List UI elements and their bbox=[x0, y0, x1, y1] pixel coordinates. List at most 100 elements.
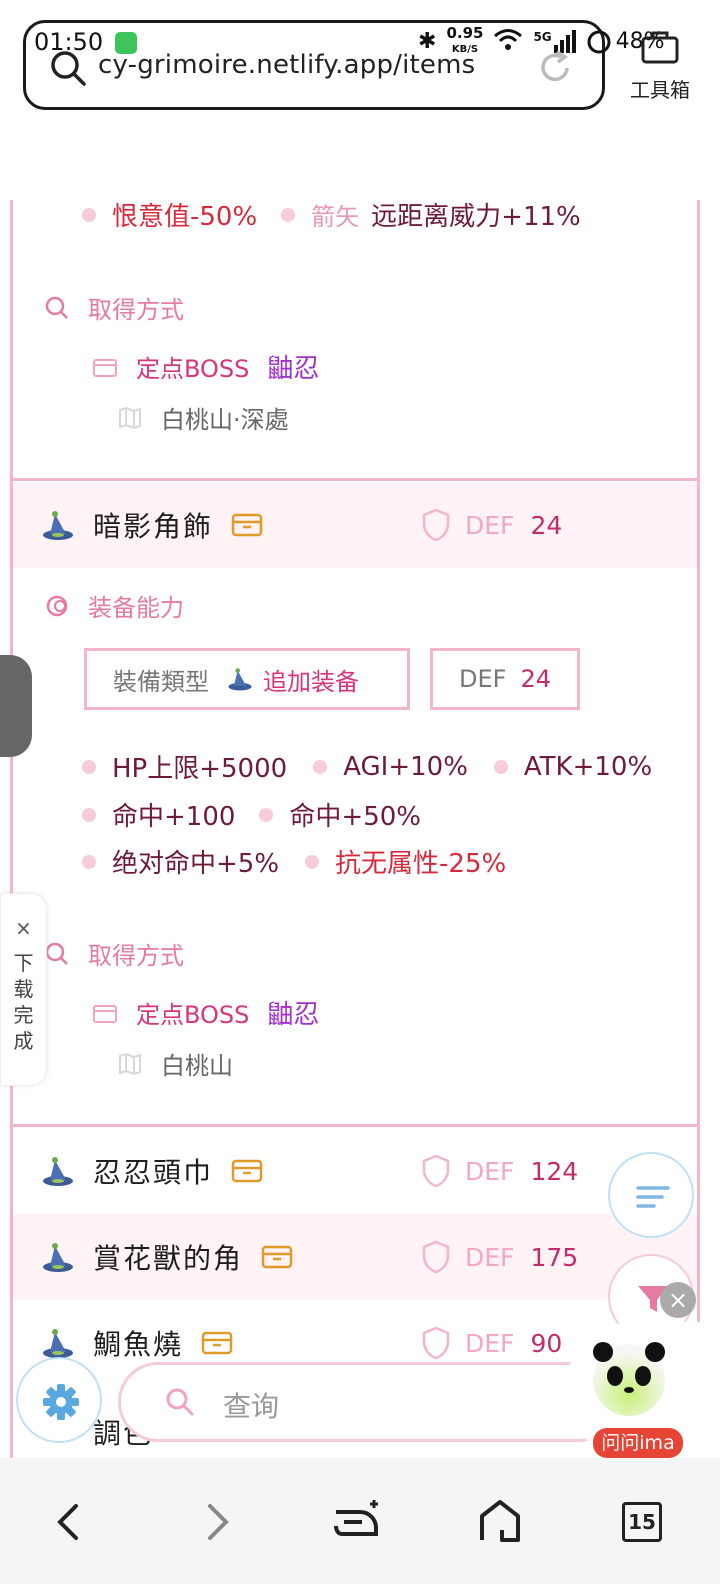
equip-type-tag: 裝備類型 追加装备 bbox=[84, 648, 410, 710]
equip-type-label: 裝備類型 bbox=[113, 667, 209, 696]
box-icon bbox=[261, 1245, 293, 1269]
item-name: 賞花獸的角 bbox=[93, 1242, 244, 1275]
close-filter-icon[interactable]: × bbox=[660, 1282, 696, 1318]
def-block: DEF 175 bbox=[421, 1240, 578, 1274]
map-icon bbox=[119, 406, 141, 429]
boss-name[interactable]: 鼬忍 bbox=[267, 994, 319, 1031]
search-icon bbox=[166, 1388, 194, 1416]
back-icon[interactable] bbox=[42, 1494, 98, 1550]
box-icon bbox=[231, 513, 263, 537]
close-icon[interactable]: × bbox=[1, 916, 46, 940]
stat-range-power: 远距离威力+11% bbox=[371, 202, 581, 232]
box-icon bbox=[93, 358, 117, 377]
boss-name[interactable]: 鼬忍 bbox=[267, 348, 319, 385]
stat-hp: HP上限+5000 bbox=[112, 754, 288, 784]
stats-row-2: 命中+100 命中+50% bbox=[82, 796, 421, 833]
home-icon[interactable] bbox=[472, 1494, 528, 1550]
network-type: 5G bbox=[533, 30, 552, 44]
boss-label: 定点BOSS bbox=[136, 1001, 250, 1029]
wizard-hat-icon bbox=[43, 1157, 73, 1186]
item-row[interactable]: 賞花獸的角 DEF 175 bbox=[13, 1214, 697, 1300]
download-status-text: 下载完成 bbox=[13, 951, 34, 1053]
item-name: 暗影角飾 bbox=[93, 510, 214, 543]
forward-icon[interactable] bbox=[188, 1494, 244, 1550]
toolbox-icon bbox=[641, 31, 679, 64]
sort-button[interactable] bbox=[608, 1152, 694, 1238]
wifi-icon bbox=[493, 27, 523, 57]
item-row-shadow-horn[interactable]: 暗影角飾 DEF 24 bbox=[13, 482, 697, 568]
boss-label: 定点BOSS bbox=[136, 355, 250, 383]
stat-arrow-label: 箭矢 bbox=[311, 203, 360, 231]
search-placeholder: 查询 bbox=[223, 1390, 280, 1423]
gear-icon bbox=[43, 1384, 79, 1420]
bullet bbox=[82, 854, 96, 869]
magnify-icon bbox=[45, 296, 68, 319]
def-tag-label: DEF bbox=[459, 665, 507, 693]
stat-neutral-res: 抗无属性-25% bbox=[335, 849, 507, 879]
bullet bbox=[313, 759, 328, 774]
bullet bbox=[281, 207, 296, 222]
item1-boss-row: 定点BOSS 鼬忍 bbox=[92, 348, 319, 385]
ring-icon bbox=[46, 595, 68, 616]
panda-icon bbox=[593, 1342, 665, 1416]
settings-button[interactable] bbox=[16, 1357, 102, 1443]
def-tag-value: 24 bbox=[520, 665, 551, 693]
stat-agi: AGI+10% bbox=[343, 751, 468, 782]
bullet bbox=[493, 759, 508, 774]
toolbox-label: 工具箱 bbox=[630, 78, 690, 102]
item1-place-row: 白桃山·深處 bbox=[117, 400, 289, 435]
search-icon[interactable] bbox=[48, 48, 88, 88]
obtain-title: 取得方式 bbox=[88, 296, 184, 324]
reading-mode-icon[interactable] bbox=[330, 1494, 386, 1550]
shield-icon bbox=[422, 1326, 450, 1360]
item2-place-row: 白桃山 bbox=[117, 1046, 233, 1081]
ima-label[interactable]: 问问ima bbox=[593, 1428, 683, 1458]
item1-stats-row: 恨意值-50% 箭矢 远距离威力+11% bbox=[82, 196, 581, 233]
stat-abs-hit: 绝对命中+5% bbox=[112, 849, 280, 879]
box-icon bbox=[201, 1331, 233, 1355]
toolbox-button[interactable]: 工具箱 bbox=[622, 30, 698, 103]
def-label: DEF bbox=[465, 510, 515, 540]
item2-boss-row: 定点BOSS 鼬忍 bbox=[92, 994, 319, 1031]
sort-icon bbox=[636, 1186, 670, 1208]
location[interactable]: 白桃山·深處 bbox=[161, 400, 289, 435]
browser-bottom-nav: 15 bbox=[0, 1458, 720, 1584]
item-row[interactable]: 忍忍頭巾 DEF 124 bbox=[13, 1128, 697, 1214]
reload-icon[interactable] bbox=[535, 48, 575, 88]
def-block: DEF 24 bbox=[421, 508, 562, 542]
shield-icon bbox=[422, 1154, 450, 1188]
map-icon bbox=[119, 1052, 141, 1075]
net-speed-value: 0.95 bbox=[446, 24, 484, 42]
tabs-button[interactable]: 15 bbox=[614, 1494, 670, 1550]
def-label: DEF bbox=[465, 1156, 515, 1186]
item-name: 鯛魚燒 bbox=[93, 1328, 184, 1361]
stats-row-3: 绝对命中+5% 抗无属性-25% bbox=[82, 843, 506, 880]
def-value: 175 bbox=[530, 1242, 579, 1272]
ability-header: 装备能力 bbox=[44, 588, 184, 623]
stat-hit-pct: 命中+50% bbox=[289, 802, 421, 832]
item-name: 忍忍頭巾 bbox=[93, 1156, 214, 1189]
def-block: DEF 124 bbox=[421, 1154, 578, 1188]
shield-icon bbox=[422, 1240, 450, 1274]
url-text[interactable]: cy-grimoire.netlify.app/items bbox=[98, 50, 475, 80]
def-value: 90 bbox=[530, 1328, 563, 1358]
def-block: DEF 90 bbox=[421, 1326, 562, 1360]
wizard-hat-icon bbox=[43, 1329, 73, 1358]
bullet bbox=[82, 807, 96, 822]
location[interactable]: 白桃山 bbox=[161, 1046, 233, 1081]
wizard-hat-icon bbox=[228, 668, 252, 691]
search-input[interactable]: 查询 bbox=[118, 1362, 618, 1442]
divider bbox=[10, 1124, 700, 1127]
item1-obtain-header: 取得方式 bbox=[44, 290, 184, 325]
bullet bbox=[82, 759, 96, 774]
stat-atk: ATK+10% bbox=[523, 751, 653, 782]
bullet bbox=[305, 854, 320, 869]
box-icon bbox=[231, 1159, 263, 1183]
obtain-title: 取得方式 bbox=[88, 942, 184, 970]
shield-icon bbox=[422, 508, 450, 542]
def-label: DEF bbox=[465, 1328, 515, 1358]
ability-title: 装备能力 bbox=[88, 594, 184, 622]
box-icon bbox=[93, 1004, 117, 1023]
stat-hate: 恨意值-50% bbox=[112, 202, 258, 232]
side-drawer-handle[interactable] bbox=[0, 655, 32, 757]
